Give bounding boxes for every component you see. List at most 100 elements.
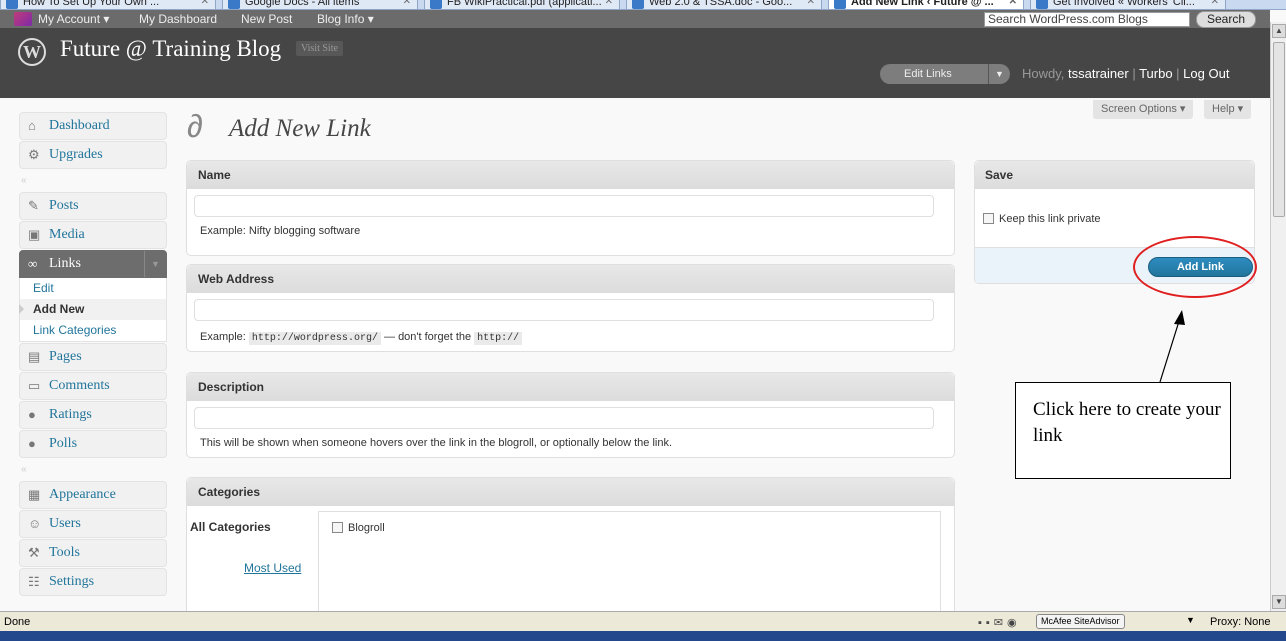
menu-settings[interactable]: ☷ Settings (19, 568, 167, 596)
tools-icon: ⚒ (28, 545, 40, 560)
help-button[interactable]: Help ▾ (1204, 100, 1252, 119)
chevron-down-icon[interactable]: ▼ (988, 64, 1010, 84)
menu-dashboard[interactable]: ⌂ Dashboard (19, 112, 167, 140)
user-greeting: Howdy, tssatrainer | Turbo | Log Out (1022, 66, 1230, 81)
edit-links-label[interactable]: Edit Links (904, 68, 952, 80)
browser-tab-label: FB WikiPractical.pdf (applicati... (447, 0, 602, 8)
browser-tab[interactable]: Web 2.0 & TSSA.doc - Goo... ✕ (626, 0, 822, 9)
category-item[interactable]: Blogroll (332, 522, 385, 534)
mcafee-siteadvisor-button[interactable]: McAfee SiteAdvisor (1036, 614, 1125, 629)
vertical-scrollbar[interactable]: ▲ ▼ (1270, 22, 1286, 611)
submenu-link-categories[interactable]: Link Categories (20, 320, 166, 341)
menu-comments[interactable]: ▭ Comments (19, 372, 167, 400)
visit-site-button[interactable]: Visit Site (296, 41, 343, 56)
browser-tab-active[interactable]: Add New Link ‹ Future @ ... ✕ (828, 0, 1024, 9)
link-name-input[interactable] (194, 195, 934, 217)
save-box-title: Save (975, 161, 1254, 189)
browser-tab-strip: How To Set Up Your Own ... ✕ Google Docs … (0, 0, 1286, 10)
scrollbar-thumb[interactable] (1273, 42, 1285, 217)
howdy-label: Howdy, (1022, 66, 1068, 81)
browser-tab[interactable]: Get Involved « Workers' Cli... ✕ (1030, 0, 1226, 9)
menu-polls[interactable]: ● Polls (19, 430, 167, 458)
favorite-actions-dropdown[interactable]: Edit Links ▼ (880, 64, 1010, 84)
description-box-title: Description (187, 373, 954, 401)
browser-tab-label: Add New Link ‹ Future @ ... (851, 0, 994, 8)
description-box: Description This will be shown when some… (186, 372, 955, 458)
search-blogs-input[interactable]: Search WordPress.com Blogs (984, 12, 1190, 27)
wordpress-logo-icon: W (18, 38, 46, 66)
menu-label: Appearance (49, 487, 116, 502)
menu-separator: « (21, 464, 27, 475)
search-button[interactable]: Search (1196, 11, 1256, 28)
link-url-input[interactable] (194, 299, 934, 321)
link-manager-icon: ∂ (187, 108, 203, 144)
link-description-input[interactable] (194, 407, 934, 429)
appearance-icon: ▦ (28, 487, 41, 502)
browser-tab[interactable]: Google Docs - All items ✕ (222, 0, 418, 9)
tab-most-used[interactable]: Most Used (244, 561, 301, 575)
proxy-status[interactable]: Proxy: None (1210, 616, 1271, 628)
turbo-link[interactable]: Turbo (1139, 66, 1172, 81)
comment-icon: ▭ (28, 378, 41, 393)
chevron-down-icon[interactable]: ▼ (1186, 615, 1195, 625)
screen-options-button[interactable]: Screen Options ▾ (1093, 100, 1194, 119)
menu-ratings[interactable]: ● Ratings (19, 401, 167, 429)
submenu-add-new[interactable]: Add New (19, 299, 166, 320)
menu-media[interactable]: ▣ Media (19, 221, 167, 249)
username-link[interactable]: tssatrainer (1068, 66, 1129, 81)
submenu-edit[interactable]: Edit (20, 278, 166, 299)
page-favicon-icon (834, 0, 846, 9)
my-account-menu[interactable]: My Account ▾ (38, 12, 109, 26)
blog-info-menu[interactable]: Blog Info ▾ (317, 12, 374, 26)
menu-appearance[interactable]: ▦ Appearance (19, 481, 167, 509)
menu-label: Tools (49, 545, 80, 560)
help-prefix: Example: (200, 331, 249, 343)
page-favicon-icon (632, 0, 644, 9)
tab-all-categories[interactable]: All Categories (190, 520, 271, 534)
status-icons: ▪▪✉◉ (978, 617, 1021, 629)
browser-tab[interactable]: FB WikiPractical.pdf (applicati... ✕ (424, 0, 620, 9)
menu-users[interactable]: ☺ Users (19, 510, 167, 538)
browser-tab-label: Google Docs - All items (245, 0, 360, 8)
web-address-box: Web Address Example: http://wordpress.or… (186, 264, 955, 352)
logout-link[interactable]: Log Out (1183, 66, 1229, 81)
web-address-box-title: Web Address (187, 265, 954, 293)
close-icon[interactable]: ✕ (1211, 0, 1219, 9)
site-title[interactable]: Future @ Training Blog (60, 36, 281, 62)
chevron-down-icon[interactable]: ▼ (144, 251, 166, 277)
menu-posts[interactable]: ✎ Posts (19, 192, 167, 220)
pages-icon: ▤ (28, 349, 41, 364)
home-icon: ⌂ (28, 118, 36, 133)
menu-tools[interactable]: ⚒ Tools (19, 539, 167, 567)
wp-admin-bar: My Account ▾ My Dashboard New Post Blog … (0, 10, 1270, 28)
private-link-option[interactable]: Keep this link private (983, 213, 1101, 225)
browser-tab[interactable]: How To Set Up Your Own ... ✕ (0, 0, 216, 9)
status-text: Done (4, 616, 31, 628)
private-checkbox[interactable] (983, 213, 994, 224)
scroll-up-icon[interactable]: ▲ (1272, 24, 1286, 38)
wordpress-com-logo-icon[interactable] (14, 12, 32, 26)
page-favicon-icon (6, 0, 18, 9)
page-favicon-icon (228, 0, 240, 9)
close-icon[interactable]: ✕ (403, 0, 411, 9)
menu-pages[interactable]: ▤ Pages (19, 343, 167, 371)
scroll-down-icon[interactable]: ▼ (1272, 595, 1286, 609)
site-header: W Future @ Training Blog Visit Site Edit… (0, 28, 1270, 98)
category-checkbox[interactable] (332, 522, 343, 533)
category-label: Blogroll (348, 522, 385, 534)
menu-links[interactable]: ∞ Links ▼ (19, 250, 167, 278)
menu-upgrades[interactable]: ⚙ Upgrades (19, 141, 167, 169)
new-post-link[interactable]: New Post (241, 12, 292, 26)
windows-taskbar (0, 631, 1286, 641)
browser-tab-label: Get Involved « Workers' Cli... (1053, 0, 1195, 8)
close-icon[interactable]: ✕ (807, 0, 815, 9)
my-dashboard-link[interactable]: My Dashboard (139, 12, 217, 26)
media-icon: ▣ (28, 227, 41, 242)
links-submenu: Edit Add New Link Categories (19, 278, 167, 342)
close-icon[interactable]: ✕ (1009, 0, 1017, 9)
close-icon[interactable]: ✕ (201, 0, 209, 9)
help-code-url: http://wordpress.org/ (248, 332, 381, 345)
link-icon: ∞ (28, 256, 38, 271)
close-icon[interactable]: ✕ (605, 0, 613, 9)
admin-menu: ⌂ Dashboard ⚙ Upgrades « ✎ Posts ▣ Media ∞ Li… (19, 112, 167, 597)
